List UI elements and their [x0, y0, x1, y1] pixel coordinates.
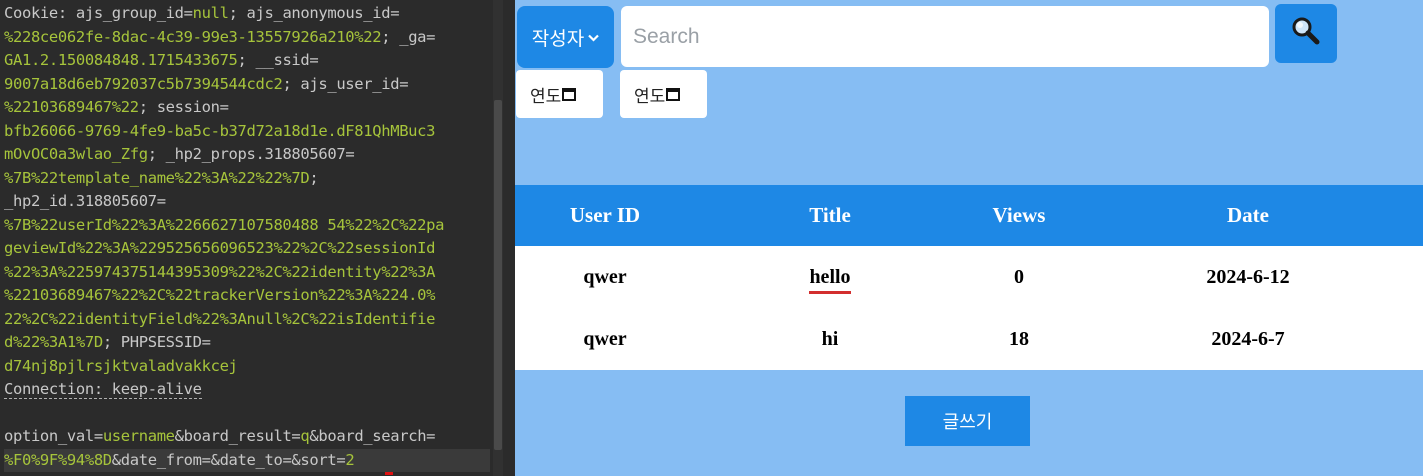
request-editor[interactable]: Cookie: ajs_group_id=null; ajs_anonymous…	[0, 0, 493, 476]
chevron-down-icon	[588, 31, 599, 45]
editor-line[interactable]: %228ce062fe-8dac-4c39-99e3-13557926a210%…	[4, 26, 490, 50]
editor-text-token: &board_search=	[309, 427, 436, 445]
cell-date: 2024-6-12	[1073, 246, 1423, 308]
editor-line[interactable]: option_val=username&board_result=q&board…	[4, 425, 490, 449]
editor-text-token: Connection: keep-alive	[4, 380, 202, 399]
editor-value-token: 22%2C%22identityField%22%3Anull%2C%22isI…	[4, 309, 436, 328]
author-filter-select[interactable]: 작성자	[517, 6, 614, 68]
editor-value-token: d%22%3A1%7D	[4, 333, 103, 351]
editor-text-token: ; __ssid=	[237, 51, 319, 69]
column-header-title[interactable]: Title	[695, 185, 965, 246]
editor-line[interactable]: 22%2C%22identityField%22%3Anull%2C%22isI…	[4, 308, 490, 332]
editor-line[interactable]: %7B%22template_name%22%3A%22%22%7D;	[4, 167, 490, 191]
cell-user-id: qwer	[515, 308, 695, 370]
editor-line[interactable]: %22%3A%225974375144395309%22%2C%22identi…	[4, 261, 490, 285]
editor-scrollbar-thumb[interactable]	[494, 100, 502, 450]
table-row[interactable]: qwer hello 0 2024-6-12	[515, 246, 1423, 308]
search-input[interactable]	[621, 6, 1269, 67]
request-text[interactable]: Cookie: ajs_group_id=null; ajs_anonymous…	[4, 2, 490, 472]
date-from-label: 연도	[530, 86, 562, 107]
editor-value-token: 9007a18d6eb792037c5b7394544cdc2	[4, 74, 283, 93]
editor-value-token: geviewId%22%3A%229525656096523%22%2C%22s…	[4, 239, 436, 257]
editor-value-token: mOvOC0a3wlao_Zfg	[4, 145, 148, 163]
editor-value-token: d74nj8pjlrsjktvaladvakkcej	[4, 356, 238, 375]
cell-views: 18	[965, 308, 1073, 370]
editor-text-token: ; ajs_user_id=	[282, 74, 409, 93]
editor-line[interactable]: Cookie: ajs_group_id=null; ajs_anonymous…	[4, 2, 490, 26]
search-button[interactable]	[1275, 4, 1337, 63]
table-row[interactable]: qwer hi 18 2024-6-7	[515, 308, 1423, 370]
editor-line[interactable]: %7B%22userId%22%3A%2266627107580488 54%2…	[4, 214, 490, 238]
editor-value-token: %7B%22userId%22%3A%2266627107580488 54%2…	[4, 215, 445, 234]
editor-text-token: &board_result=	[174, 427, 301, 445]
editor-line[interactable]: d74nj8pjlrsjktvaladvakkcej	[4, 355, 490, 379]
editor-line[interactable]: _hp2_id.318805607=	[4, 190, 490, 214]
editor-value-token: username	[102, 427, 175, 445]
cell-title[interactable]: hello	[695, 246, 965, 308]
editor-text-token: ; ajs_anonymous_id=	[228, 4, 400, 22]
editor-text-token: ;	[309, 168, 319, 187]
editor-line[interactable]: GA1.2.150084848.1715433675; __ssid=	[4, 49, 490, 73]
editor-line[interactable]: geviewId%22%3A%229525656096523%22%2C%22s…	[4, 237, 490, 261]
editor-line[interactable]	[4, 402, 490, 426]
editor-line[interactable]: bfb26066-9769-4fe9-ba5c-b37d72a18d1e.dF8…	[4, 120, 490, 144]
editor-text-token: ; session=	[138, 98, 229, 116]
author-filter-label: 작성자	[531, 27, 585, 50]
post-title-link[interactable]: hi	[822, 328, 839, 350]
editor-text-token: ; _hp2_props.318805607=	[147, 145, 355, 163]
editor-text-token: ; _ga=	[381, 27, 436, 46]
column-header-views[interactable]: Views	[965, 185, 1073, 246]
search-icon	[1290, 15, 1322, 52]
editor-value-token: 2	[345, 450, 355, 469]
editor-line[interactable]: 9007a18d6eb792037c5b7394544cdc2; ajs_use…	[4, 73, 490, 97]
post-title-link[interactable]: hello	[809, 265, 851, 294]
date-to-input[interactable]: 연도	[620, 70, 707, 118]
board-table: User ID Title Views Date qwer hello 0 20…	[515, 185, 1423, 370]
editor-line[interactable]: %F0%9F%94%8D&date_from=&date_to=&sort=2	[4, 448, 490, 472]
write-post-button[interactable]: 글쓰기	[905, 396, 1030, 446]
editor-value-token: %228ce062fe-8dac-4c39-99e3-13557926a210%…	[4, 27, 382, 46]
table-header-row: User ID Title Views Date	[515, 185, 1423, 246]
editor-value-token: bfb26066-9769-4fe9-ba5c-b37d72a18d1e.dF8…	[4, 121, 436, 140]
editor-value-token: %22%3A%225974375144395309%22%2C%22identi…	[4, 262, 436, 281]
cell-title[interactable]: hi	[695, 308, 965, 370]
date-to-label: 연도	[634, 86, 666, 107]
editor-value-token: null	[192, 4, 229, 22]
editor-text-token: option_val=	[4, 427, 103, 445]
editor-value-token: GA1.2.150084848.1715433675	[4, 51, 238, 69]
editor-text-token: _hp2_id.318805607=	[4, 192, 166, 210]
column-header-date[interactable]: Date	[1073, 185, 1423, 246]
calendar-icon[interactable]	[666, 87, 681, 101]
calendar-icon[interactable]	[562, 87, 577, 101]
editor-line[interactable]: d%22%3A1%7D; PHPSESSID=	[4, 331, 490, 355]
editor-line[interactable]: %22103689467%22%2C%22trackerVersion%22%3…	[4, 284, 490, 308]
editor-line[interactable]: mOvOC0a3wlao_Zfg; _hp2_props.318805607=	[4, 143, 490, 167]
editor-line[interactable]: Connection: keep-alive	[4, 378, 490, 402]
cell-date: 2024-6-7	[1073, 308, 1423, 370]
editor-value-token: %F0%9F%94%8D	[4, 450, 112, 469]
text-caret	[385, 472, 393, 475]
pane-divider[interactable]	[503, 0, 515, 476]
board-page: 작성자 연도 연도 User ID Title Views Date	[515, 0, 1423, 476]
editor-line[interactable]: %22103689467%22; session=	[4, 96, 490, 120]
date-from-input[interactable]: 연도	[516, 70, 603, 118]
column-header-user-id[interactable]: User ID	[515, 185, 695, 246]
cell-user-id: qwer	[515, 246, 695, 308]
cell-views: 0	[965, 246, 1073, 308]
editor-text-token: Cookie: ajs_group_id=	[4, 4, 193, 22]
editor-text-token: &date_from=&date_to=&sort=	[111, 450, 346, 469]
editor-value-token: %22103689467%22	[4, 98, 139, 116]
editor-text-token: ; PHPSESSID=	[102, 333, 211, 351]
editor-value-token: %22103689467%22%2C%22trackerVersion%22%3…	[4, 286, 436, 304]
editor-value-token: %7B%22template_name%22%3A%22%22%7D	[4, 168, 310, 187]
